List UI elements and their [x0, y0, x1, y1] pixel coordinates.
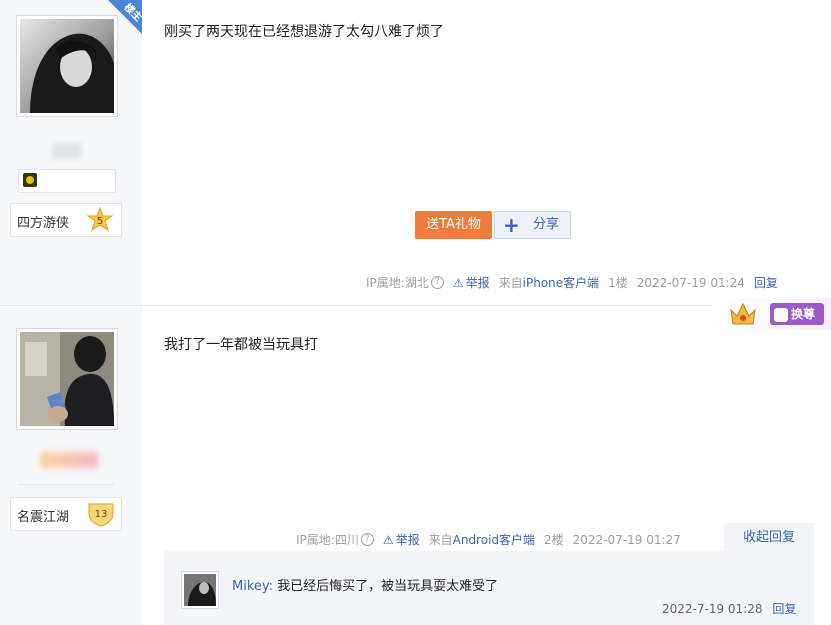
warning-icon: ⚠: [452, 275, 464, 290]
reply-avatar[interactable]: [181, 571, 219, 609]
badge-level-icon: 13: [88, 503, 114, 527]
share-button[interactable]: + 分享: [494, 211, 571, 239]
blurred-username: [52, 143, 82, 159]
reply-text: 我已经后悔买了，被当玩具耍太难受了: [277, 579, 499, 594]
ip-location: IP属地:四川: [296, 533, 359, 547]
blurred-username: [40, 452, 98, 468]
badge-name: 四方游侠: [17, 216, 70, 231]
hand-icon: [774, 307, 788, 322]
user-badge[interactable]: 四方游侠 5: [10, 203, 122, 237]
reply-time: 2022-7-19 01:28: [662, 602, 763, 616]
help-icon[interactable]: ?: [360, 533, 374, 546]
post-time: 2022-07-19 01:24: [636, 275, 745, 290]
user-level-bar: [18, 169, 116, 193]
warning-icon: ⚠: [382, 532, 394, 547]
sub-reply-link[interactable]: 回复: [772, 602, 796, 616]
svg-text:13: 13: [95, 509, 108, 520]
avatar[interactable]: [16, 328, 118, 430]
floor-divider: [0, 305, 831, 306]
collapse-reply-button[interactable]: 收起回复: [724, 523, 814, 553]
plus-icon: +: [503, 213, 520, 237]
source-client-link[interactable]: Android客户端: [453, 531, 535, 548]
source-client-link[interactable]: iPhone客户端: [523, 274, 600, 291]
swap-label: 换尊: [791, 307, 816, 321]
badge-level-icon: 5: [87, 207, 113, 232]
source-prefix: 来自: [498, 276, 523, 290]
report-link[interactable]: 举报: [466, 274, 490, 291]
swap-button[interactable]: 换尊: [770, 303, 824, 325]
floor-number: 2楼: [544, 533, 564, 547]
sub-reply-box: Mikey: 我已经后悔买了，被当玩具耍太难受了 2022-7-19 01:28…: [164, 551, 814, 625]
post-meta: IP属地:四川 ? ⚠ 举报 来自 Android客户端 2楼 2022-07-…: [296, 531, 681, 548]
post-time: 2022-07-19 01:27: [572, 532, 681, 547]
ip-location: IP属地:湖北: [366, 276, 429, 290]
help-icon[interactable]: ?: [430, 276, 444, 289]
send-gift-button[interactable]: 送TA礼物: [415, 211, 492, 239]
badge-name: 名震江湖: [17, 510, 70, 525]
post-meta: IP属地:湖北 ? ⚠ 举报 来自 iPhone客户端 1楼 2022-07-1…: [366, 274, 778, 291]
reply-username[interactable]: Mikey: [232, 579, 269, 594]
sub-reply-line: Mikey: 我已经后悔买了，被当玩具耍太难受了: [232, 579, 499, 594]
reply-link[interactable]: 回复: [754, 274, 778, 291]
user-badge[interactable]: 名震江湖 13: [10, 497, 122, 531]
report-link[interactable]: 举报: [396, 531, 420, 548]
owner-ribbon: 楼主: [108, 0, 142, 34]
source-prefix: 来自: [428, 533, 453, 547]
post-content: 刚买了两天现在已经想退游了太勾八难了烦了: [164, 24, 444, 40]
sub-reply-meta: 2022-7-19 01:28 回复: [662, 600, 796, 617]
post-content: 我打了一年都被当玩具打: [164, 337, 318, 353]
level-medal-icon: [23, 173, 37, 187]
username-underline: [18, 484, 114, 485]
floor-number: 1楼: [608, 276, 628, 290]
share-label: 分享: [533, 217, 560, 232]
avatar-image: [20, 19, 114, 113]
avatar[interactable]: [16, 15, 118, 117]
crown-icon: [730, 302, 756, 325]
svg-text:5: 5: [97, 216, 103, 227]
avatar-image: [20, 332, 114, 426]
